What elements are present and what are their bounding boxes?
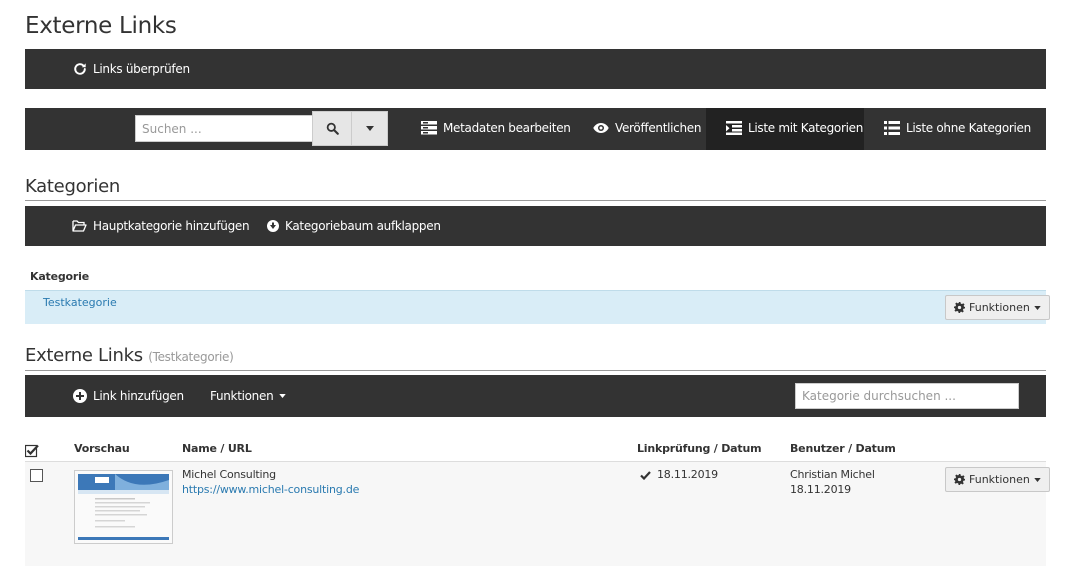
refresh-icon [74, 63, 86, 75]
category-functions-label: Funktionen [969, 301, 1030, 314]
preview-thumbnail[interactable] [74, 470, 173, 544]
links-divider [25, 370, 1046, 371]
caret-down-icon [279, 394, 287, 398]
links-functions-dropdown[interactable]: Funktionen [210, 389, 287, 403]
caret-down-icon [365, 126, 374, 131]
categories-toolbar: Hauptkategorie hinzufügen Kategoriebaum … [25, 206, 1046, 246]
expand-category-tree-label: Kategoriebaum aufklappen [285, 219, 441, 233]
category-search-input[interactable] [795, 383, 1019, 409]
check-icon [640, 471, 651, 480]
list-icon [884, 121, 900, 135]
website-preview-image [75, 471, 172, 543]
select-all-checkbox[interactable] [24, 443, 39, 458]
links-toolbar: Link hinzufügen Funktionen [25, 375, 1046, 417]
gear-icon [954, 474, 965, 485]
name-url-column-header: Name / URL [182, 442, 252, 455]
edit-metadata-label: Metadaten bearbeiten [443, 121, 571, 135]
add-link-label: Link hinzufügen [93, 389, 184, 403]
plus-circle-icon [73, 389, 87, 403]
categories-divider [25, 200, 1046, 201]
links-functions-label: Funktionen [210, 389, 274, 403]
list-without-categories-tab[interactable]: Liste ohne Kategorien [884, 121, 1031, 135]
link-check-date: 18.11.2019 [657, 468, 718, 481]
links-title-text: Externe Links [25, 345, 143, 366]
category-functions-button[interactable]: Funktionen [945, 295, 1050, 320]
indented-list-icon [726, 121, 742, 135]
table-row: Michel Consulting https://www.michel-con… [25, 461, 1050, 566]
expand-category-tree-button[interactable]: Kategoriebaum aufklappen [267, 219, 441, 233]
link-functions-label: Funktionen [969, 473, 1030, 486]
link-url[interactable]: https://www.michel-consulting.de [182, 483, 359, 496]
search-icon [326, 122, 339, 135]
list-with-categories-label: Liste mit Kategorien [748, 121, 864, 135]
check-links-label: Links überprüfen [93, 62, 190, 76]
top-toolbar: Links überprüfen [25, 49, 1046, 89]
categories-title: Kategorien [25, 176, 120, 197]
folder-open-icon [72, 220, 87, 232]
main-toolbar: Metadaten bearbeiten Veröffentlichen Lis… [25, 108, 1046, 150]
check-date-column-header: Linkprüfung / Datum [637, 442, 762, 455]
publish-label: Veröffentlichen [615, 121, 702, 135]
link-user-date: 18.11.2019 [790, 483, 851, 496]
links-subtitle: (Testkategorie) [148, 350, 234, 364]
add-link-button[interactable]: Link hinzufügen [73, 389, 184, 403]
metadata-icon [421, 121, 437, 135]
row-checkbox[interactable] [30, 469, 43, 482]
link-name: Michel Consulting [182, 468, 276, 481]
link-functions-button[interactable]: Funktionen [945, 467, 1050, 492]
publish-button[interactable]: Veröffentlichen [593, 121, 701, 135]
caret-down-icon [1034, 305, 1041, 310]
link-user: Christian Michel [790, 468, 875, 481]
add-main-category-label: Hauptkategorie hinzufügen [93, 219, 250, 233]
caret-down-icon [1034, 477, 1041, 482]
page-title: Externe Links [25, 13, 177, 39]
search-group [135, 111, 388, 146]
links-title: Externe Links (Testkategorie) [25, 345, 234, 366]
add-main-category-button[interactable]: Hauptkategorie hinzufügen [72, 219, 250, 233]
category-column-header: Kategorie [30, 270, 89, 283]
preview-column-header: Vorschau [74, 442, 130, 455]
eye-icon [593, 123, 609, 133]
search-input[interactable] [135, 115, 312, 142]
circle-arrow-down-icon [267, 220, 279, 232]
gear-icon [954, 302, 965, 313]
list-with-categories-tab[interactable]: Liste mit Kategorien [726, 121, 863, 135]
edit-metadata-button[interactable]: Metadaten bearbeiten [421, 121, 571, 135]
checked-box-icon [24, 444, 39, 458]
category-row[interactable]: Testkategorie Funktionen [25, 290, 1050, 324]
check-links-button[interactable]: Links überprüfen [73, 62, 190, 76]
user-date-column-header: Benutzer / Datum [790, 442, 896, 455]
category-link[interactable]: Testkategorie [43, 296, 117, 309]
list-without-categories-label: Liste ohne Kategorien [906, 121, 1031, 135]
search-button[interactable] [312, 111, 352, 146]
search-options-dropdown[interactable] [352, 111, 388, 146]
